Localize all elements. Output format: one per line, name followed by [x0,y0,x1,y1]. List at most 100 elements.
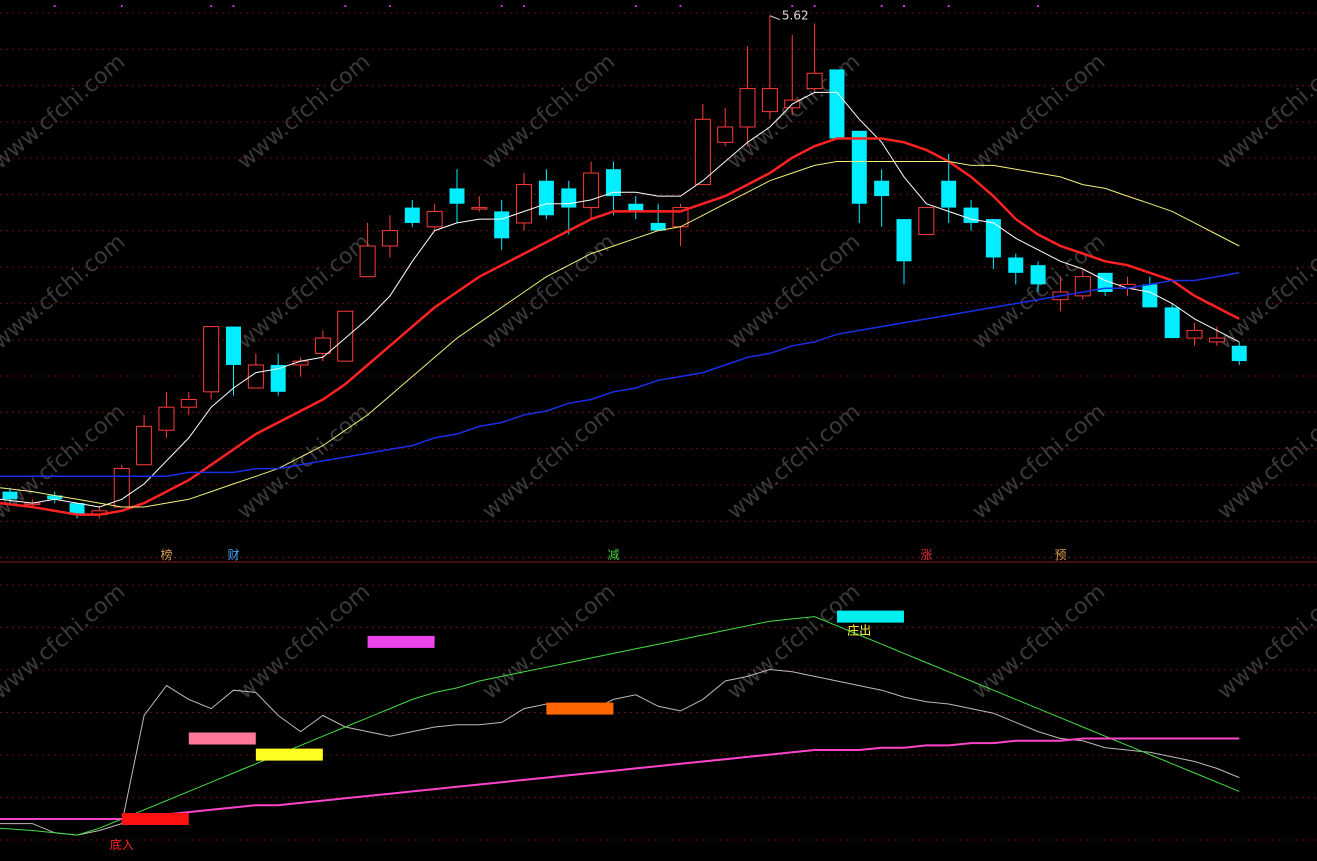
grid-lines [0,5,1317,841]
candle-body-down [941,180,957,208]
candle [851,130,867,223]
candle-body-down [449,188,465,204]
top-marker-dot [523,5,526,7]
candle [180,391,197,415]
peak-leader-line [769,15,781,21]
candle [247,353,264,389]
candle-body-up [314,337,331,354]
candle-body-up [516,184,533,224]
candle [717,107,734,147]
candle [829,69,845,139]
watermark-text: www.cfchi.com [478,579,620,704]
candle-body-down [404,207,420,223]
candle [69,503,85,519]
candle [47,491,63,504]
watermark-text: www.cfchi.com [723,229,865,354]
watermark-text: www.cfchi.com [723,579,865,704]
candle-body-up [583,172,600,209]
peak-annotation: 5.62 [769,9,809,23]
top-marker-dot [232,5,235,7]
watermark-text: www.cfchi.com [1213,579,1317,704]
candle [806,23,823,93]
candle-body-down [874,180,890,197]
top-marker-dot [903,5,905,7]
stock-chart: www.cfchi.com www.cfchi.com www.cfchi.com w… [0,5,1317,852]
candle-body-down [851,130,867,204]
candle-body-down [561,188,577,208]
candle-body-down [494,211,510,239]
candle [583,161,600,220]
signal-box [836,610,904,623]
event-marker: 减 [607,548,619,562]
watermark-text: www.cfchi.com [968,399,1110,524]
candle [896,219,912,285]
candle-body-up [426,210,443,228]
candle [158,391,175,438]
candle [963,199,979,231]
watermark-text: www.cfchi.com [478,229,620,354]
candle [449,169,465,223]
watermark-text: www.cfchi.com [233,49,375,174]
candle [516,173,533,231]
watermark-text: www.cfchi.com [968,579,1110,704]
candle [628,196,644,220]
candle-body-up [136,425,153,466]
signal-box [367,635,435,648]
candle [136,414,153,466]
candle-body-down [2,491,18,500]
candle-body-up [806,72,823,90]
watermark-text: www.cfchi.com [0,49,130,174]
signal-box [121,813,189,825]
candle-body-down [1231,345,1247,362]
candle [538,169,554,220]
candle [337,310,354,362]
peak-price-label: 5.62 [782,9,809,23]
top-marker-dot [880,5,883,7]
watermark-text: www.cfchi.com [0,579,130,704]
top-marker-dot [500,5,503,7]
candle-body-up [1208,337,1225,343]
watermark-text: www.cfchi.com [1213,399,1317,524]
candle [471,196,488,212]
candle [404,199,420,227]
candle-body-down [538,180,554,216]
candle [1008,253,1024,285]
candle-body-down [1030,265,1046,285]
top-marker-dot [634,5,637,7]
event-marker: 榜 [160,547,172,562]
watermark-text: www.cfchi.com [233,579,375,704]
top-marker-dot [344,5,347,7]
candle [270,353,286,396]
candle-body-up [203,326,220,393]
candle-body-up [158,406,175,431]
candle-body-up [761,88,778,113]
watermark-text: www.cfchi.com [1213,49,1317,174]
event-marker: 涨 [920,547,932,562]
candle [761,15,778,120]
candle [605,161,621,216]
candle [426,203,443,231]
top-marker-dot [53,5,56,7]
candle-body-up [694,118,711,186]
candle-body-up [1186,329,1203,339]
top-marker-dot [679,5,682,7]
watermark-text: www.cfchi.com [478,399,620,524]
candle-body-down [226,326,241,365]
top-marker-dot [210,5,213,7]
top-marker-dot [120,5,123,7]
indicator-panel: 底入 庄出 [0,610,1240,852]
candle-body-up [918,207,935,235]
indicator-line [0,737,1240,820]
candle-body-down [1008,257,1024,273]
candle-body-down [963,207,979,223]
watermark-text: www.cfchi.com [0,229,130,354]
candle-body-up [471,207,488,210]
candle-body-up [739,88,756,128]
candle [561,180,577,235]
watermark-text: www.cfchi.com [968,49,1110,174]
top-marker-dot [388,5,391,7]
top-marker-dot [791,5,794,7]
candle-body-down [896,219,912,262]
signal-box [188,732,256,745]
signal-box [546,702,614,715]
